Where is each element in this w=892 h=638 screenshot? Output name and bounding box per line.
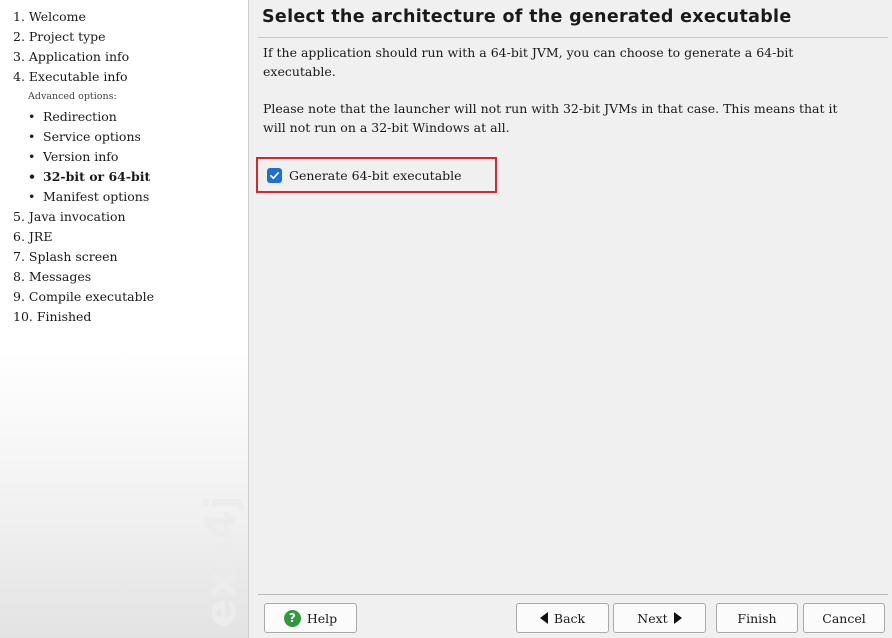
step-executable-info[interactable]: 4. Executable info <box>13 69 154 89</box>
finish-button-label: Finish <box>737 610 777 626</box>
step-label: Version info <box>43 149 119 164</box>
title-divider <box>258 37 888 38</box>
step-finished[interactable]: 10. Finished <box>13 309 154 329</box>
back-button-label: Back <box>553 610 586 626</box>
help-button[interactable]: ? Help <box>264 603 357 633</box>
step-messages[interactable]: 8. Messages <box>13 269 154 289</box>
step-jre[interactable]: 6. JRE <box>13 229 154 249</box>
back-button[interactable]: Back <box>516 603 609 633</box>
finish-button[interactable]: Finish <box>716 603 798 633</box>
step-application-info[interactable]: 3. Application info <box>13 49 154 69</box>
bullet: • <box>28 129 36 144</box>
help-icon: ? <box>283 609 301 627</box>
bullet: • <box>28 169 36 184</box>
wizard-main-panel: Select the architecture of the generated… <box>250 0 892 638</box>
step-label: Service options <box>43 129 141 144</box>
step-manifest-options[interactable]: • Manifest options <box>13 189 154 209</box>
page-title: Select the architecture of the generated… <box>262 7 792 27</box>
step-splash-screen[interactable]: 7. Splash screen <box>13 249 154 269</box>
arrow-right-icon <box>673 612 682 624</box>
wizard-sidebar: 1. Welcome 2. Project type 3. Applicatio… <box>0 0 249 638</box>
cancel-button[interactable]: Cancel <box>803 603 885 633</box>
arrow-left-icon <box>539 612 548 624</box>
help-button-label: Help <box>306 610 338 626</box>
step-label: Manifest options <box>43 189 150 204</box>
step-version-info[interactable]: • Version info <box>13 149 154 169</box>
generate-64-bit-checkbox-label[interactable]: Generate 64-bit executable <box>289 168 462 183</box>
step-java-invocation[interactable]: 5. Java invocation <box>13 209 154 229</box>
step-welcome[interactable]: 1. Welcome <box>13 9 154 29</box>
step-list: 1. Welcome 2. Project type 3. Applicatio… <box>13 9 154 329</box>
next-button-label: Next <box>637 610 668 626</box>
step-label: 32-bit or 64-bit <box>43 169 151 184</box>
step-project-type[interactable]: 2. Project type <box>13 29 154 49</box>
step-redirection[interactable]: • Redirection <box>13 109 154 129</box>
button-bar-divider <box>258 594 888 595</box>
step-service-options[interactable]: • Service options <box>13 129 154 149</box>
cancel-button-label: Cancel <box>822 610 866 626</box>
next-button[interactable]: Next <box>613 603 706 633</box>
checkmark-icon <box>270 171 279 179</box>
bullet: • <box>28 109 36 124</box>
advanced-options-label: Advanced options: <box>28 91 117 102</box>
bullet: • <box>28 189 36 204</box>
generate-64-bit-checkbox[interactable] <box>267 167 282 183</box>
description-paragraph-2: Please note that the launcher will not r… <box>263 101 838 135</box>
generate-64-bit-checkbox-row[interactable]: Generate 64-bit executable <box>256 157 497 193</box>
step-compile-executable[interactable]: 9. Compile executable <box>13 289 154 309</box>
step-label: Redirection <box>43 109 117 124</box>
description-paragraph-1: If the application should run with a 64-… <box>263 45 794 79</box>
bullet: • <box>28 149 36 164</box>
exe4j-watermark-logo: exe4j <box>196 494 245 627</box>
step-32-or-64-bit[interactable]: • 32-bit or 64-bit <box>13 169 154 189</box>
